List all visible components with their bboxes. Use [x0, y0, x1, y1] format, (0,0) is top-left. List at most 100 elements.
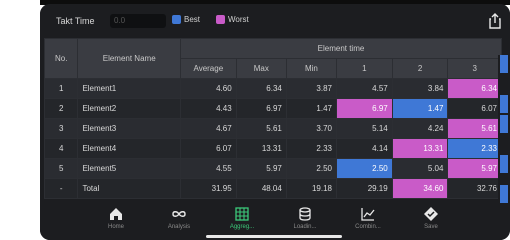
- col-header-trial-1: 1: [336, 58, 393, 79]
- takt-time-label: Takt Time: [56, 16, 95, 26]
- min-cell: 1.47: [285, 98, 338, 119]
- home-icon: [110, 208, 122, 220]
- max-cell: 48.04: [235, 178, 287, 199]
- col-header-trial-2: 2: [391, 58, 449, 79]
- average-cell: 4.43: [179, 98, 237, 119]
- tab-analysis[interactable]: Analysis: [151, 206, 207, 230]
- min-cell: 2.50: [285, 158, 338, 179]
- table-row[interactable]: 5 Element5 4.55 5.97 2.50 2.50 5.04 5.97: [43, 158, 502, 179]
- tab-aggregate[interactable]: Aggreg...: [214, 206, 270, 230]
- line-chart-icon: [361, 208, 375, 221]
- trial-3-cell: 5.97: [447, 158, 502, 179]
- col-header-min: Min: [285, 58, 338, 79]
- trial-3-cell: 6.34: [447, 78, 502, 99]
- trial-2-cell: 1.47: [391, 98, 449, 119]
- col-group-element-time: Element time: [179, 38, 503, 59]
- row-number: 4: [43, 138, 79, 159]
- average-cell: 6.07: [179, 138, 237, 159]
- max-cell: 6.34: [235, 78, 287, 99]
- tab-home[interactable]: Home: [88, 206, 144, 230]
- tab-label: Combin...: [355, 224, 381, 230]
- best-swatch: [172, 15, 181, 24]
- trial-2-cell: 13.31: [391, 138, 449, 159]
- worst-swatch: [216, 15, 225, 24]
- peek-cell: [500, 115, 508, 133]
- trial-1-cell: 6.97: [336, 98, 393, 119]
- table-row[interactable]: 2 Element2 4.43 6.97 1.47 6.97 1.47 6.07: [43, 98, 502, 119]
- trial-3-cell: 2.33: [447, 138, 502, 159]
- col-header-max: Max: [235, 58, 287, 79]
- row-number: 2: [43, 98, 79, 119]
- average-cell: 31.95: [179, 178, 237, 199]
- tab-combine[interactable]: Combin...: [340, 206, 396, 230]
- tab-label: Save: [424, 224, 438, 230]
- legend-best: Best: [172, 15, 200, 24]
- element-name: Element5: [77, 158, 181, 179]
- element-name: Element3: [77, 118, 181, 139]
- min-cell: 2.33: [285, 138, 338, 159]
- col-header-element-name: Element Name: [77, 38, 181, 79]
- trial-1-cell: 4.57: [336, 78, 393, 99]
- trial-3-cell: 32.76: [447, 178, 502, 199]
- peek-cell: [500, 95, 508, 113]
- row-number: -: [43, 178, 79, 199]
- peek-cell: [500, 185, 508, 203]
- takt-time-input[interactable]: 0.0: [110, 14, 166, 28]
- best-label: Best: [184, 15, 201, 24]
- col-header-no: No.: [43, 38, 79, 79]
- element-time-table: No. Element Name Element time Average Ma…: [43, 38, 503, 199]
- legend-worst: Worst: [216, 15, 249, 24]
- home-indicator[interactable]: [206, 235, 342, 238]
- average-cell: 4.60: [179, 78, 237, 99]
- trial-1-cell: 2.50: [336, 158, 393, 179]
- infinity-icon: [172, 211, 186, 217]
- max-cell: 5.97: [235, 158, 287, 179]
- peek-cell: [500, 155, 508, 173]
- diamond-check-icon: [424, 207, 438, 221]
- tab-loading[interactable]: Loadin...: [277, 206, 333, 230]
- trial-2-cell: 4.24: [391, 118, 449, 139]
- max-cell: 13.31: [235, 138, 287, 159]
- trial-2-cell: 3.84: [391, 78, 449, 99]
- total-row: - Total 31.95 48.04 19.18 29.19 34.60 32…: [43, 178, 502, 199]
- table-row[interactable]: 4 Element4 6.07 13.31 2.33 4.14 13.31 2.…: [43, 138, 502, 159]
- worst-label: Worst: [228, 15, 249, 24]
- trial-3-cell: 6.07: [447, 98, 502, 119]
- min-cell: 19.18: [285, 178, 338, 199]
- tab-label: Loadin...: [293, 224, 317, 230]
- tab-label: Analysis: [167, 224, 191, 230]
- trial-3-cell: 5.61: [447, 118, 502, 139]
- min-cell: 3.70: [285, 118, 338, 139]
- element-name: Element4: [77, 138, 181, 159]
- row-number: 5: [43, 158, 79, 179]
- element-time-table-container: No. Element Name Element time Average Ma…: [43, 38, 503, 199]
- trial-1-cell: 4.14: [336, 138, 393, 159]
- col-header-average: Average: [179, 58, 237, 79]
- peek-cell: [500, 55, 508, 73]
- trial-1-cell: 29.19: [336, 178, 393, 199]
- database-icon: [299, 207, 311, 221]
- table-row[interactable]: 1 Element1 4.60 6.34 3.87 4.57 3.84 6.34: [43, 78, 502, 99]
- table-grid-icon: [235, 207, 249, 221]
- element-name: Element1: [77, 78, 181, 99]
- trial-1-cell: 5.14: [336, 118, 393, 139]
- tab-label: Aggreg...: [229, 224, 255, 230]
- tab-label: Home: [107, 224, 124, 230]
- next-column-peek: [498, 55, 510, 204]
- col-header-trial-3: 3: [447, 58, 502, 79]
- toolbar: Takt Time 0.0 Best Worst: [40, 4, 510, 38]
- tab-save[interactable]: Save: [403, 206, 459, 230]
- trial-2-cell: 5.04: [391, 158, 449, 179]
- max-cell: 5.61: [235, 118, 287, 139]
- share-icon[interactable]: [486, 12, 504, 30]
- app-screen: Takt Time 0.0 Best Worst No. Element Nam…: [40, 4, 510, 240]
- max-cell: 6.97: [235, 98, 287, 119]
- element-name: Element2: [77, 98, 181, 119]
- row-number: 1: [43, 78, 79, 99]
- average-cell: 4.67: [179, 118, 237, 139]
- table-row[interactable]: 3 Element3 4.67 5.61 3.70 5.14 4.24 5.61: [43, 118, 502, 139]
- row-number: 3: [43, 118, 79, 139]
- average-cell: 4.55: [179, 158, 237, 179]
- trial-2-cell: 34.60: [391, 178, 449, 199]
- min-cell: 3.87: [285, 78, 338, 99]
